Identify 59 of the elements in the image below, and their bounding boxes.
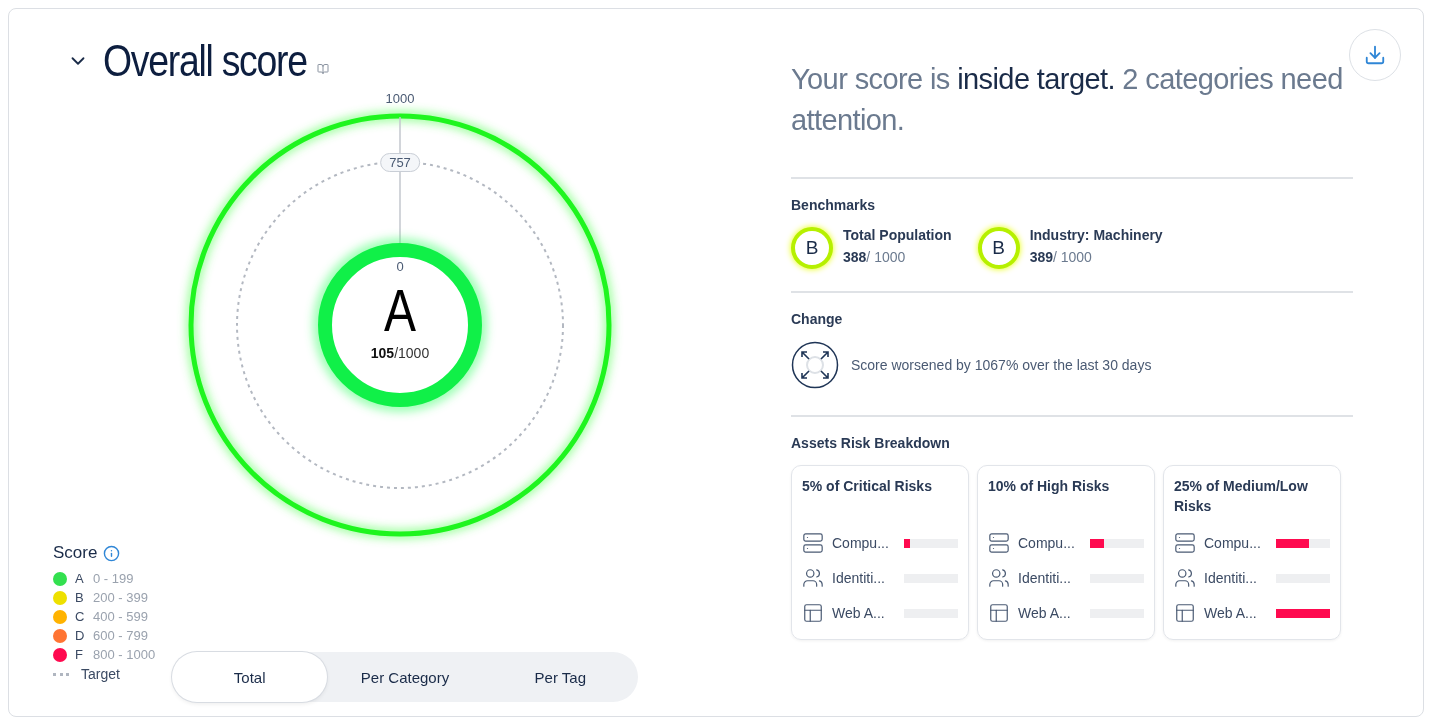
users-icon: [988, 567, 1010, 590]
benchmark-score: 389/ 1000: [1029, 249, 1093, 265]
scale-max-label: 1000: [385, 91, 415, 106]
score-grade: A: [384, 281, 416, 341]
change-heading: Change: [791, 311, 844, 327]
scale-min-label: 0: [396, 259, 404, 274]
risk-card-title: 5% of Critical Risks: [802, 477, 933, 496]
dotted-line-icon: [53, 672, 69, 676]
assets-heading: Assets Risk Breakdown: [791, 435, 951, 451]
download-button[interactable]: [1349, 29, 1401, 81]
asset-type-label: Web A...: [1018, 605, 1072, 622]
legend-grade: C: [75, 609, 85, 624]
view-tab[interactable]: Total: [172, 652, 328, 702]
benchmark-name: Total Population: [843, 227, 952, 243]
asset-type-label: Identiti...: [1018, 570, 1072, 587]
legend-range: 200 - 399: [93, 590, 148, 605]
legend-range: 0 - 199: [93, 571, 134, 586]
legend-range: 600 - 799: [93, 628, 148, 643]
layout-icon: [802, 602, 824, 625]
asset-type-label: Compu...: [1018, 535, 1076, 552]
server-icon: [802, 532, 824, 555]
book-icon[interactable]: [316, 63, 329, 75]
download-icon: [1364, 44, 1386, 66]
users-icon: [802, 567, 824, 590]
grade-badge: B: [791, 227, 833, 269]
info-icon[interactable]: [103, 544, 121, 562]
risk-card-title: 10% of High Risks: [988, 477, 1111, 496]
asset-type-label: Web A...: [1204, 605, 1258, 622]
benchmark-name: Industry: Machinery: [1029, 227, 1163, 243]
legend-grade: F: [75, 647, 84, 662]
section-title: Overall score: [103, 36, 307, 86]
risk-card-title: 25% of Medium/Low Risks: [1174, 477, 1309, 516]
legend-range: 800 - 1000: [93, 647, 156, 662]
benchmarks-heading: Benchmarks: [791, 197, 877, 213]
legend-grade: B: [75, 590, 85, 605]
asset-type-label: Compu...: [832, 535, 890, 552]
legend-grade: D: [75, 628, 85, 643]
benchmark-score: 388/ 1000: [843, 249, 907, 265]
score-summary: Your score is inside target. 2 categories need attention.: [791, 62, 1344, 138]
asset-type-label: Identiti...: [832, 570, 886, 587]
legend-title: Score: [53, 543, 98, 563]
change-description: Score worsened by 1067% over the last 30 days: [851, 357, 1152, 373]
target-value-tag: 757: [380, 153, 420, 172]
view-tab[interactable]: Per Tag: [482, 652, 638, 702]
asset-type-label: Web A...: [832, 605, 886, 622]
score-value: 105/1000: [370, 345, 430, 361]
users-icon: [1174, 567, 1196, 590]
asset-type-label: Identiti...: [1204, 570, 1258, 587]
grade-badge: B: [977, 227, 1020, 269]
legend-target-label: Target: [81, 666, 120, 682]
legend-range: 400 - 599: [93, 609, 148, 624]
view-tab[interactable]: Per Category: [327, 652, 483, 702]
layout-icon: [988, 602, 1010, 625]
asset-type-label: Compu...: [1204, 535, 1262, 552]
server-icon: [1174, 532, 1196, 555]
layout-icon: [1174, 602, 1196, 625]
server-icon: [988, 532, 1010, 555]
expand-arrows-icon: [791, 341, 839, 389]
legend-grade: A: [75, 571, 85, 586]
